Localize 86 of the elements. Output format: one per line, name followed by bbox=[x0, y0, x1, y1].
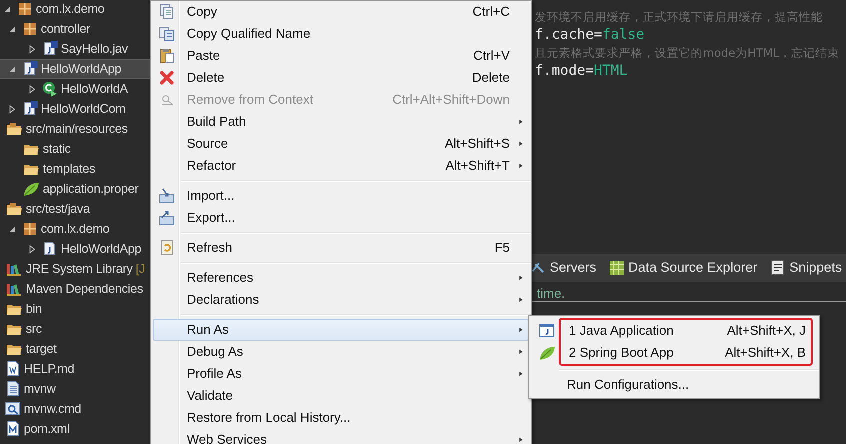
source-folder-icon bbox=[5, 121, 23, 137]
delete-icon bbox=[159, 70, 175, 86]
java-app-icon bbox=[539, 323, 555, 339]
tree-item[interactable]: com.lx.demo bbox=[0, 0, 150, 19]
menu-item[interactable]: Run Configurations... bbox=[559, 374, 817, 396]
tree-item[interactable]: com.lx.demo bbox=[0, 219, 150, 239]
tree-item[interactable]: mvnw.cmd bbox=[0, 399, 150, 419]
package-icon bbox=[17, 1, 33, 17]
tree-item[interactable]: templates bbox=[0, 159, 150, 179]
tree-item[interactable]: SayHello.jav bbox=[0, 39, 150, 59]
submenu-arrow-icon bbox=[518, 370, 524, 378]
menu-item[interactable]: Refactor Alt+Shift+T bbox=[153, 155, 529, 177]
menu-item[interactable]: Declarations bbox=[153, 289, 529, 311]
code-comment: 且元素格式要求严格，设置它的mode为HTML，忘记结束 bbox=[535, 45, 841, 62]
text-file-icon bbox=[5, 381, 21, 397]
java-file-icon bbox=[22, 61, 38, 77]
view-tab[interactable]: Snippets bbox=[768, 258, 844, 278]
menu-item[interactable]: Export... bbox=[153, 207, 529, 229]
submenu-arrow-icon bbox=[518, 140, 524, 148]
library-icon bbox=[5, 281, 23, 297]
snippets-icon bbox=[770, 260, 786, 276]
tree-item[interactable]: pom.xml bbox=[0, 419, 150, 439]
submenu-arrow-icon bbox=[518, 118, 524, 126]
submenu-arrow-icon bbox=[518, 348, 524, 356]
submenu-arrow-icon bbox=[518, 436, 524, 444]
menu-item[interactable]: Build Path bbox=[153, 111, 529, 133]
submenu-arrow-icon bbox=[518, 296, 524, 304]
tree-item[interactable]: target bbox=[0, 339, 150, 359]
menu-item[interactable]: Delete Delete bbox=[153, 67, 529, 89]
view-tab[interactable]: Servers bbox=[530, 258, 599, 278]
menu-item[interactable]: Run As bbox=[153, 319, 529, 341]
menu-item[interactable]: 1 Java Application Alt+Shift+X, J bbox=[561, 320, 811, 342]
xml-file-icon bbox=[5, 421, 21, 437]
export-icon bbox=[159, 210, 175, 226]
copy-icon bbox=[159, 4, 175, 20]
tree-item[interactable]: mvnw bbox=[0, 379, 150, 399]
menu-item[interactable]: Paste Ctrl+V bbox=[153, 45, 529, 67]
menu-item[interactable]: Restore from Local History... bbox=[153, 407, 529, 429]
library-icon bbox=[5, 261, 23, 277]
class-icon bbox=[42, 81, 58, 97]
refresh-icon bbox=[159, 240, 175, 256]
submenu-arrow-icon bbox=[518, 326, 524, 334]
menu-item[interactable]: References bbox=[153, 267, 529, 289]
code-line: f.mode=HTML bbox=[535, 62, 629, 80]
java-file-icon bbox=[42, 241, 58, 257]
menu-item[interactable]: Import... bbox=[153, 185, 529, 207]
menu-item[interactable]: Profile As bbox=[153, 363, 529, 385]
tree-item[interactable]: controller bbox=[0, 19, 150, 39]
tree-item[interactable]: bin bbox=[0, 299, 150, 319]
tree-item[interactable]: HelloWorldA bbox=[0, 79, 150, 99]
submenu-arrow-icon bbox=[518, 274, 524, 282]
paste-icon bbox=[159, 48, 175, 64]
menu-item[interactable]: Copy Ctrl+C bbox=[153, 1, 529, 23]
menu-item[interactable]: Source Alt+Shift+S bbox=[153, 133, 529, 155]
tree-item[interactable]: static bbox=[0, 139, 150, 159]
source-folder-icon bbox=[5, 201, 23, 217]
menu-item[interactable]: Copy Qualified Name bbox=[153, 23, 529, 45]
tree-item[interactable]: src bbox=[0, 319, 150, 339]
code-comment: 发环境不启用缓存，正式环境下请启用缓存，提高性能 bbox=[535, 9, 824, 26]
view-tab[interactable]: Data Source Explorer bbox=[606, 258, 760, 278]
import-icon bbox=[159, 188, 175, 204]
tree-item[interactable]: JRE System Library [J bbox=[0, 259, 150, 279]
java-file-icon bbox=[22, 101, 38, 117]
document-icon bbox=[5, 361, 21, 377]
copy-icon bbox=[159, 26, 175, 42]
submenu-arrow-icon bbox=[518, 162, 524, 170]
tree-item[interactable]: src/main/resources bbox=[0, 119, 150, 139]
tree-item[interactable]: Maven Dependencies bbox=[0, 279, 150, 299]
tree-item[interactable]: HELP.md bbox=[0, 359, 150, 379]
tree-item[interactable]: HelloWorldCom bbox=[0, 99, 150, 119]
grid-icon bbox=[608, 260, 625, 276]
menu-item[interactable]: 2 Spring Boot App Alt+Shift+X, B bbox=[561, 342, 811, 364]
package-icon bbox=[22, 221, 38, 237]
leaf-icon bbox=[538, 345, 556, 361]
java-file-icon bbox=[42, 41, 58, 57]
code-line: f.cache=false bbox=[535, 26, 646, 44]
leaf-icon bbox=[22, 181, 40, 197]
console-text: time. bbox=[537, 286, 566, 301]
package-icon bbox=[22, 21, 38, 37]
tree-item[interactable]: HelloWorldApp bbox=[0, 59, 150, 79]
tree-item[interactable]: application.proper bbox=[0, 179, 150, 199]
tree-item[interactable]: src/test/java bbox=[0, 199, 150, 219]
menu-item[interactable]: Validate bbox=[153, 385, 529, 407]
tree-item[interactable]: HelloWorldApp bbox=[0, 239, 150, 259]
menu-item[interactable]: Refresh F5 bbox=[153, 237, 529, 259]
menu-item[interactable]: Debug As bbox=[153, 341, 529, 363]
